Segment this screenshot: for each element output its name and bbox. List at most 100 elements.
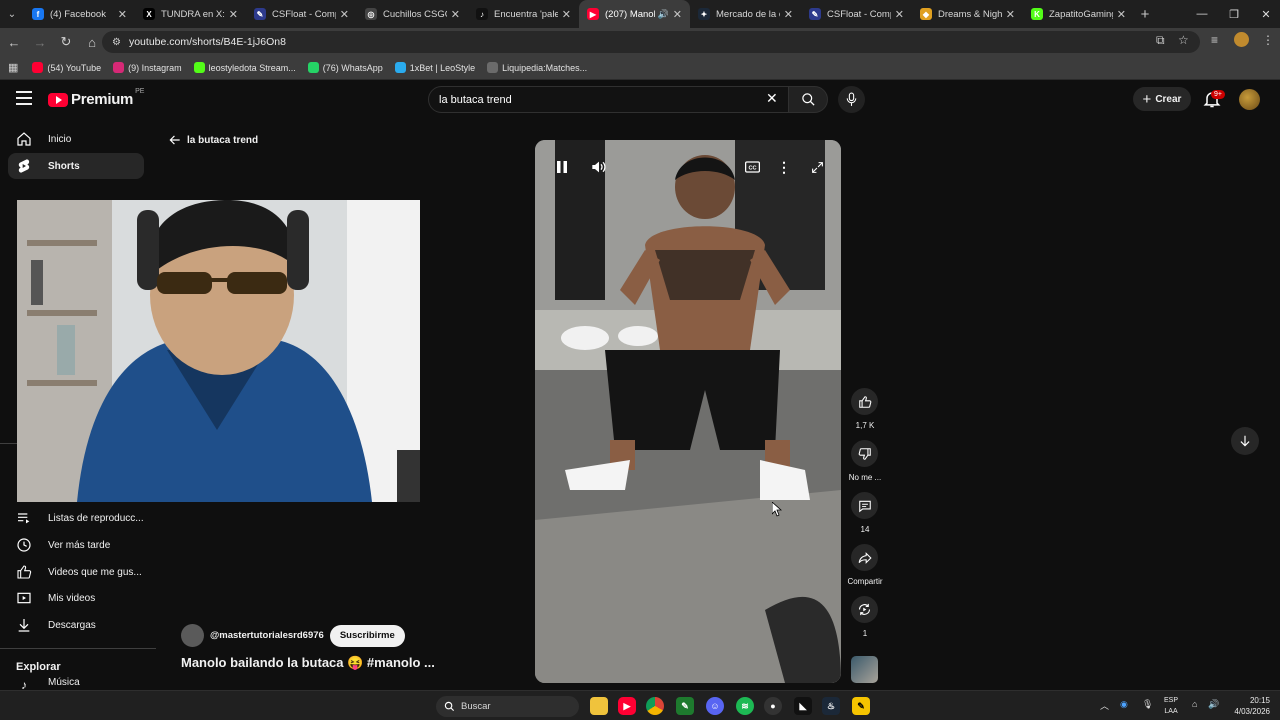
sidebar-item-inicio[interactable]: Inicio xyxy=(8,126,144,152)
browser-tab[interactable]: ✦ Mercado de la co ✕ xyxy=(690,0,801,28)
close-tab-icon[interactable]: ✕ xyxy=(673,8,682,21)
bookmark-item[interactable]: Liquipedia:Matches... xyxy=(487,62,587,73)
sidebar-item-downloads[interactable]: Descargas xyxy=(8,612,144,638)
like-button[interactable] xyxy=(851,388,878,415)
fullscreen-button[interactable] xyxy=(808,158,826,176)
browser-tab[interactable]: ✎ CSFloat - Compra ✕ xyxy=(801,0,912,28)
media-controls-icon[interactable]: ≡ xyxy=(1211,33,1218,47)
volume-button[interactable] xyxy=(589,158,609,176)
back-to-search-link[interactable]: la butaca trend xyxy=(168,133,258,147)
short-title[interactable]: Manolo bailando la butaca 😝 #manolo ... xyxy=(181,655,435,671)
short-video-player[interactable] xyxy=(535,140,841,683)
close-tab-icon[interactable]: ✕ xyxy=(229,8,238,21)
site-info-icon[interactable]: ⚙ xyxy=(112,37,121,48)
browser-tab[interactable]: ▶ (207) Manolo🔊 ✕ xyxy=(579,0,690,28)
bookmark-item[interactable]: (9) Instagram xyxy=(113,62,182,73)
sidebar-item-music[interactable]: ♪ Música xyxy=(8,677,144,689)
discord-icon[interactable]: ☺ xyxy=(706,697,724,715)
subscribe-button[interactable]: Suscribirme xyxy=(329,624,405,647)
tab-audio-icon[interactable]: 🔊 xyxy=(658,9,669,20)
remix-button[interactable] xyxy=(851,596,878,623)
restore-icon[interactable]: ❐ xyxy=(1218,0,1250,28)
captions-button[interactable]: CC xyxy=(743,158,761,176)
windows-start-icon[interactable] xyxy=(410,697,427,714)
channel-name[interactable]: @mastertutorialesrd6976 xyxy=(210,630,324,641)
browser-tab[interactable]: ◎ Cuchillos CSGO R ✕ xyxy=(357,0,468,28)
close-tab-icon[interactable]: ✕ xyxy=(1117,8,1126,21)
back-arrow-icon xyxy=(169,135,180,145)
apps-grid-icon[interactable]: ▦ xyxy=(8,61,18,74)
notes-app-icon[interactable]: ✎ xyxy=(852,697,870,715)
browser-tab[interactable]: ✎ CSFloat - Compra ✕ xyxy=(246,0,357,28)
profile-avatar[interactable] xyxy=(1234,32,1249,47)
create-button[interactable]: + Crear xyxy=(1133,87,1191,111)
youtube-premium-logo[interactable]: Premium PE xyxy=(48,88,144,108)
obs-icon[interactable]: ● xyxy=(764,697,782,715)
new-tab-button[interactable]: + xyxy=(1134,6,1156,23)
close-tab-icon[interactable]: ✕ xyxy=(451,8,460,21)
steam-icon[interactable]: ♨ xyxy=(822,697,840,715)
search-button[interactable] xyxy=(788,86,828,113)
sound-thumbnail[interactable] xyxy=(851,656,878,683)
taskbar-search[interactable]: Buscar xyxy=(436,696,579,717)
comments-button[interactable] xyxy=(851,492,878,519)
more-options-icon[interactable]: ⋮ xyxy=(776,158,792,176)
voice-search-button[interactable] xyxy=(838,86,865,113)
input-language[interactable]: ESP LAA xyxy=(1164,695,1178,717)
wifi-icon[interactable]: ⌂ xyxy=(1192,699,1197,709)
bookmark-star-icon[interactable]: ☆ xyxy=(1178,33,1189,47)
bookmark-item[interactable]: (54) YouTube xyxy=(32,62,101,73)
browser-tab[interactable]: X TUNDRA en X: " ✕ xyxy=(135,0,246,28)
close-tab-icon[interactable]: ✕ xyxy=(895,8,904,21)
home-icon[interactable]: ⌂ xyxy=(80,30,104,54)
channel-avatar[interactable] xyxy=(181,624,204,647)
pause-button[interactable] xyxy=(553,158,571,176)
bookmark-item[interactable]: leostyledota Stream... xyxy=(193,62,296,73)
back-arrow-icon[interactable]: ← xyxy=(2,30,26,54)
tab-search-chevron-icon[interactable]: ⌄ xyxy=(0,0,24,28)
close-tab-icon[interactable]: ✕ xyxy=(784,8,793,21)
close-tab-icon[interactable]: ✕ xyxy=(118,8,127,21)
close-tab-icon[interactable]: ✕ xyxy=(562,8,571,21)
close-tab-icon[interactable]: ✕ xyxy=(1006,8,1015,21)
dislike-button[interactable] xyxy=(851,440,878,467)
account-avatar[interactable] xyxy=(1239,89,1260,110)
sidebar-item-shorts[interactable]: Shorts xyxy=(8,153,144,179)
sidebar-item-watch-later[interactable]: Ver más tarde xyxy=(8,532,144,558)
tray-chevron-icon[interactable]: ︿ xyxy=(1100,699,1109,712)
browser-tab[interactable]: K ZapatitoGaming ✕ xyxy=(1023,0,1134,28)
reload-icon[interactable]: ↻ xyxy=(54,30,78,54)
browser-tab[interactable]: ♪ Encuentra 'paleta ✕ xyxy=(468,0,579,28)
close-window-icon[interactable]: ✕ xyxy=(1250,0,1280,28)
bookmark-item[interactable]: 1xBet | LeoStyle xyxy=(394,62,475,73)
game-launcher-icon[interactable]: ◣ xyxy=(794,697,812,715)
dreams-icon: ◆ xyxy=(920,8,932,20)
browser-tab[interactable]: ◆ Dreams & Nightm ✕ xyxy=(912,0,1023,28)
forward-arrow-icon[interactable]: → xyxy=(28,30,52,54)
comment-count: 14 xyxy=(860,525,870,534)
close-tab-icon[interactable]: ✕ xyxy=(340,8,349,21)
speaker-icon[interactable]: 🔊 xyxy=(1208,699,1219,710)
file-explorer-icon[interactable] xyxy=(590,697,608,715)
browser-tab[interactable]: f (4) Facebook ✕ xyxy=(24,0,135,28)
next-short-button[interactable] xyxy=(1231,427,1259,455)
sidebar-item-playlists[interactable]: Listas de reproducc... xyxy=(8,505,144,531)
sidebar-item-my-videos[interactable]: Mis videos xyxy=(8,585,144,611)
address-bar[interactable]: ⚙ youtube.com/shorts/B4E-1jJ6On8 xyxy=(102,31,1200,53)
youtube-app-icon[interactable]: ▶ xyxy=(618,697,636,715)
spotify-icon[interactable]: ≋ xyxy=(736,697,754,715)
share-button[interactable] xyxy=(851,544,878,571)
network-app-icon[interactable]: ◉ xyxy=(1120,699,1128,710)
minimize-icon[interactable]: — xyxy=(1186,0,1218,28)
search-input[interactable]: la butaca trend xyxy=(428,86,792,113)
chrome-icon[interactable] xyxy=(646,697,664,715)
system-clock[interactable]: 20:15 4/03/2026 xyxy=(1226,695,1270,717)
clear-search-icon[interactable]: ✕ xyxy=(766,90,778,107)
bookmark-item[interactable]: (76) WhatsApp xyxy=(307,62,383,73)
install-app-icon[interactable]: ⧉ xyxy=(1156,33,1165,48)
microphone-tray-icon[interactable]: 🎙 xyxy=(1142,699,1153,710)
sidebar-item-liked-videos[interactable]: Videos que me gus... xyxy=(8,559,144,585)
xbox-icon[interactable]: ✎ xyxy=(676,697,694,715)
menu-kebab-icon[interactable]: ⋮ xyxy=(1262,33,1274,47)
hamburger-menu-icon[interactable] xyxy=(16,91,32,105)
